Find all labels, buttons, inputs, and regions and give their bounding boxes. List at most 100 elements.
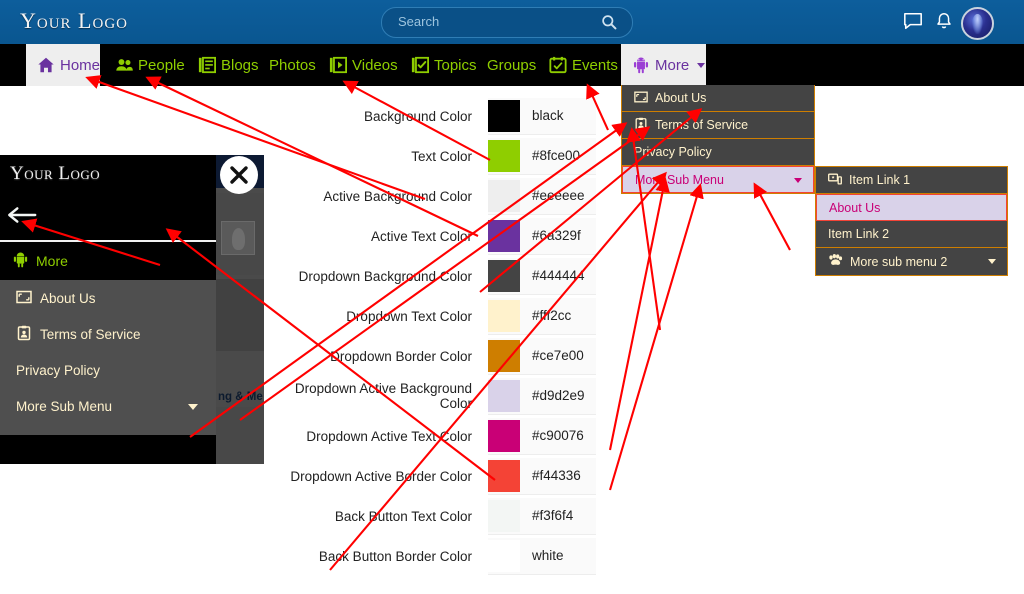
terms-icon [16, 325, 32, 344]
color-swatch[interactable] [488, 459, 520, 492]
nav-label-events: Events [572, 56, 618, 74]
avatar[interactable] [961, 7, 994, 40]
nav-label-blogs: Blogs [221, 56, 259, 74]
mobile-brand-logo: Your Logo [10, 163, 101, 184]
close-button[interactable] [220, 156, 258, 194]
mobile-menu-item-about-us[interactable]: About Us [0, 280, 216, 316]
mobile-menu-item-more-sub-menu[interactable]: More Sub Menu [0, 388, 216, 424]
nav-item-more[interactable]: More [621, 44, 706, 86]
color-field[interactable]: #c90076 [488, 417, 596, 455]
color-field[interactable]: #f44336 [488, 457, 596, 495]
color-value: #f44336 [532, 468, 581, 483]
sub-dropdown-item-item-link-1[interactable]: Item Link 1 [816, 167, 1007, 194]
color-swatch[interactable] [488, 259, 520, 292]
nav-label-groups: Groups [487, 56, 537, 74]
color-label: Dropdown Border Color [330, 348, 472, 364]
color-swatch[interactable] [488, 139, 520, 172]
color-field[interactable]: black [488, 97, 596, 135]
color-swatch[interactable] [488, 539, 520, 572]
people-icon [115, 56, 133, 74]
color-swatch[interactable] [488, 499, 520, 532]
main-nav: Home People Blogs Photos Videos Topics G… [0, 44, 1024, 86]
color-settings-list: Background Color black Text Color #8fce0… [290, 96, 615, 576]
color-label: Text Color [411, 148, 472, 164]
back-button[interactable] [6, 205, 38, 225]
nav-item-photos[interactable]: Photos [258, 44, 327, 86]
search-input[interactable]: Search [381, 7, 633, 38]
color-row: Active Background Color #eeeeee [290, 176, 615, 216]
color-row: Dropdown Background Color #444444 [290, 256, 615, 296]
color-swatch[interactable] [488, 379, 520, 412]
color-label: Active Background Color [323, 188, 472, 204]
sub-dropdown-item-item-link-2[interactable]: Item Link 2 [816, 221, 1007, 248]
color-row: Back Button Border Color white [290, 536, 615, 576]
color-label: Active Text Color [370, 228, 472, 244]
mobile-menu-item-privacy-policy[interactable]: Privacy Policy [0, 352, 216, 388]
color-field[interactable]: #fff2cc [488, 297, 596, 335]
notifications-icon[interactable] [934, 11, 954, 36]
dropdown-item-more-sub-menu[interactable]: More Sub Menu [622, 166, 814, 193]
nav-item-topics[interactable]: Topics [400, 44, 488, 86]
mobile-menu-item-terms-of-service[interactable]: Terms of Service [0, 316, 216, 352]
color-swatch[interactable] [488, 99, 520, 132]
color-swatch[interactable] [488, 339, 520, 372]
dropdown-item-about-us[interactable]: About Us [622, 85, 814, 112]
nav-label-people: People [138, 56, 185, 74]
color-field[interactable]: #f3f6f4 [488, 497, 596, 535]
color-label: Back Button Border Color [318, 548, 472, 564]
color-row: Text Color #8fce00 [290, 136, 615, 176]
color-field[interactable]: #eeeeee [488, 177, 596, 215]
color-label: Dropdown Active Border Color [290, 468, 472, 484]
sub-dropdown-label: Item Link 2 [828, 227, 890, 241]
search-icon[interactable] [601, 14, 618, 36]
mobile-more-label: More [36, 253, 68, 269]
color-swatch[interactable] [488, 179, 520, 212]
messages-icon[interactable] [903, 11, 923, 36]
color-value: #f3f6f4 [532, 508, 574, 523]
nav-item-people[interactable]: People [104, 44, 196, 86]
brand-logo[interactable]: Your Logo [20, 8, 128, 34]
color-value: #d9d2e9 [532, 388, 585, 403]
nav-label-more: More [655, 56, 690, 74]
color-label: Dropdown Active Text Color [306, 428, 472, 444]
dropdown-item-privacy-policy[interactable]: Privacy Policy [622, 139, 814, 166]
color-row: Dropdown Border Color #ce7e00 [290, 336, 615, 376]
color-field[interactable]: #444444 [488, 257, 596, 295]
close-icon [230, 166, 248, 184]
color-swatch[interactable] [488, 419, 520, 452]
sub-dropdown-item-more-sub-menu-2[interactable]: More sub menu 2 [816, 248, 1007, 275]
color-field[interactable]: #6a329f [488, 217, 596, 255]
nav-label-topics: Topics [434, 56, 477, 74]
nav-item-home[interactable]: Home [26, 44, 100, 86]
color-value: #fff2cc [532, 308, 572, 323]
color-label: Dropdown Background Color [298, 268, 472, 284]
about-us-icon [16, 289, 32, 308]
nav-item-groups[interactable]: Groups [476, 44, 547, 86]
sub-dropdown-item-about-us[interactable]: About Us [816, 194, 1007, 221]
sub-dropdown-menu: Item Link 1 About Us Item Link 2 More su… [815, 166, 1008, 276]
color-field[interactable]: #d9d2e9 [488, 377, 596, 415]
videos-icon [329, 56, 347, 74]
arrow-pointer-extra-1 [753, 182, 791, 251]
mobile-menu-item-more[interactable]: More [0, 242, 216, 280]
item-link-icon [828, 172, 842, 189]
nav-label-videos: Videos [352, 56, 398, 74]
dropdown-label: Privacy Policy [634, 145, 712, 159]
color-label: Back Button Text Color [334, 508, 472, 524]
color-row: Dropdown Active Background Color #d9d2e9 [290, 376, 615, 416]
paws-icon [828, 253, 843, 270]
dropdown-item-terms-of-service[interactable]: Terms of Service [622, 112, 814, 139]
color-field[interactable]: #8fce00 [488, 137, 596, 175]
nav-item-videos[interactable]: Videos [318, 44, 409, 86]
mobile-panel-footer [0, 435, 216, 464]
blogs-icon [198, 56, 216, 74]
mobile-panel-header: Your Logo [0, 155, 216, 240]
color-field[interactable]: #ce7e00 [488, 337, 596, 375]
about-us-icon [634, 90, 648, 107]
terms-icon [634, 117, 648, 134]
search-placeholder: Search [398, 14, 440, 29]
color-swatch[interactable] [488, 219, 520, 252]
color-field[interactable]: white [488, 537, 596, 575]
color-value: #8fce00 [532, 148, 581, 163]
color-swatch[interactable] [488, 299, 520, 332]
